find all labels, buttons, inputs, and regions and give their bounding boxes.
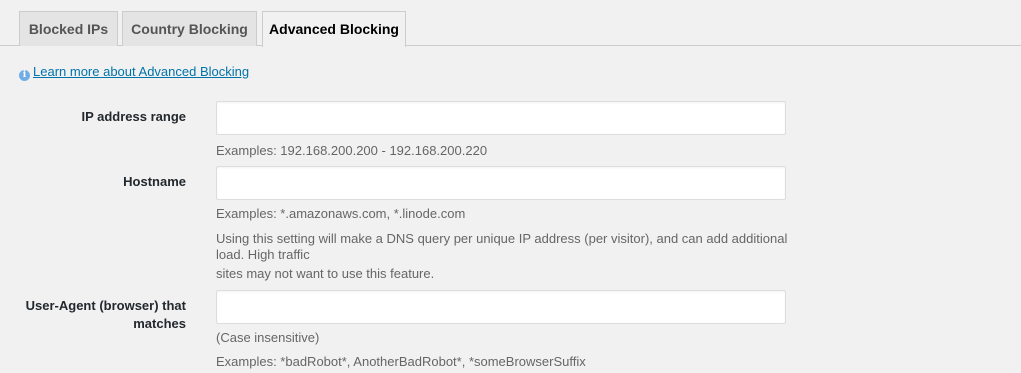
tab-advanced-blocking[interactable]: Advanced Blocking — [262, 11, 406, 47]
user-agent-case-note: (Case insensitive) — [216, 330, 320, 345]
ip-range-example: Examples: 192.168.200.200 - 192.168.200.… — [216, 143, 488, 158]
learn-more-link[interactable]: Learn more about Advanced Blocking — [33, 64, 249, 79]
user-agent-label-line1: User-Agent (browser) that — [25, 298, 186, 313]
user-agent-label-line2: matches — [133, 316, 186, 331]
user-agent-example: Examples: *badRobot*, AnotherBadRobot*, … — [216, 354, 586, 369]
hostname-label: Hostname — [123, 174, 186, 189]
tab-country-blocking[interactable]: Country Blocking — [122, 11, 257, 46]
hostname-note-line3: sites may not want to use this feature. — [216, 266, 435, 281]
tab-blocked-ips[interactable]: Blocked IPs — [19, 11, 118, 46]
hostname-note-line2: load. High traffic — [216, 247, 310, 262]
hostname-input[interactable] — [216, 166, 786, 200]
hostname-example: Examples: *.amazonaws.com, *.linode.com — [216, 206, 466, 221]
learn-more-row: i Learn more about Advanced Blocking — [19, 64, 249, 81]
user-agent-input[interactable] — [216, 290, 786, 324]
ip-range-label: IP address range — [81, 109, 186, 124]
ip-range-input[interactable] — [216, 101, 786, 135]
info-icon: i — [19, 70, 30, 81]
tab-bar: Blocked IPs Country Blocking Advanced Bl… — [0, 0, 1021, 47]
